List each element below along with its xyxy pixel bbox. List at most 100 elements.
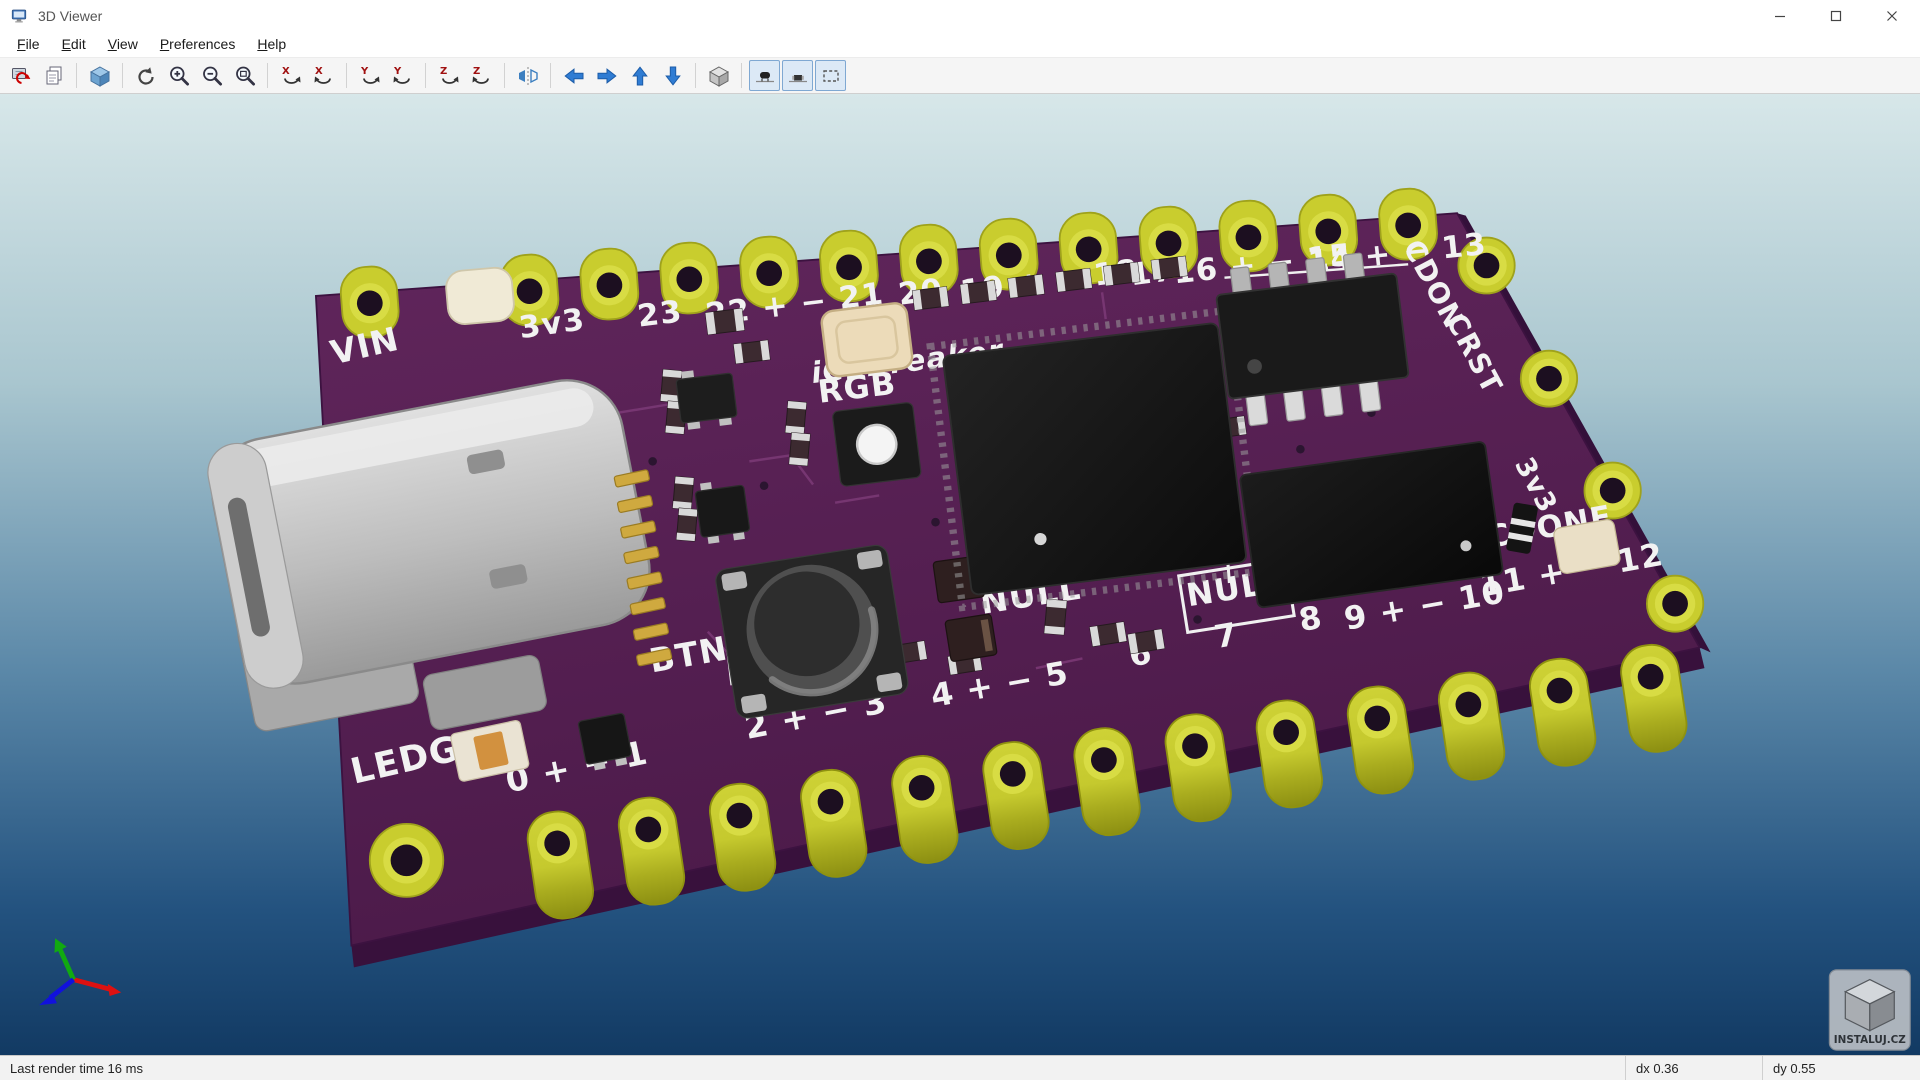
show-smd-models-button[interactable] bbox=[782, 60, 813, 91]
toolbar-separator bbox=[741, 63, 742, 88]
via bbox=[1296, 444, 1305, 454]
rotate-z-ccw-icon: Z bbox=[472, 66, 489, 84]
zoom-fit-button[interactable] bbox=[229, 60, 260, 91]
unplated-tab bbox=[445, 266, 515, 325]
pan-left-button[interactable] bbox=[558, 60, 589, 91]
smd-passive bbox=[959, 280, 998, 305]
copy-image-button[interactable] bbox=[38, 60, 69, 91]
smd-passive bbox=[911, 286, 950, 311]
sot23-ic bbox=[675, 370, 738, 430]
toolbar-separator bbox=[425, 63, 426, 88]
view-3d-properties-button[interactable] bbox=[84, 60, 115, 91]
menu-file[interactable]: File bbox=[6, 33, 51, 55]
pan-right-button[interactable] bbox=[591, 60, 622, 91]
titlebar: 3D Viewer bbox=[0, 0, 1920, 31]
view-3d-properties-icon bbox=[89, 65, 110, 87]
rotate-z-cw-button[interactable]: Z bbox=[433, 60, 464, 91]
pan-down-button[interactable] bbox=[657, 60, 688, 91]
reload-board-button[interactable] bbox=[5, 60, 36, 91]
svg-text:Z: Z bbox=[440, 66, 447, 77]
castellated-pin bbox=[1519, 349, 1579, 408]
dy-status: dy 0.55 bbox=[1773, 1060, 1816, 1076]
zoom-out-icon bbox=[202, 66, 222, 86]
mosfet-ic bbox=[694, 482, 751, 544]
toolbar-separator bbox=[550, 63, 551, 88]
svg-text:Y: Y bbox=[393, 66, 402, 77]
pan-down-icon bbox=[664, 66, 681, 86]
svg-text:X: X bbox=[282, 66, 290, 77]
redraw-icon bbox=[137, 66, 154, 85]
pcb-3d-view[interactable]: VIN3v32322 + − 212019 + − 181716 + − 151… bbox=[0, 94, 1920, 1055]
menubar: File Edit View Preferences Help bbox=[0, 31, 1920, 57]
menu-help[interactable]: Help bbox=[246, 33, 297, 55]
viewport-3d[interactable]: VIN3v32322 + − 212019 + − 181716 + − 151… bbox=[0, 94, 1920, 1055]
statusbar: Last render time 16 ms dx 0.36 dy 0.55 bbox=[0, 1055, 1920, 1080]
smd-passive bbox=[1150, 255, 1189, 281]
menu-view[interactable]: View bbox=[97, 33, 149, 55]
flip-board-icon bbox=[518, 66, 538, 85]
minimize-button[interactable] bbox=[1752, 0, 1808, 31]
toolbar-separator bbox=[122, 63, 123, 88]
zoom-in-button[interactable] bbox=[163, 60, 194, 91]
pan-up-button[interactable] bbox=[624, 60, 655, 91]
zoom-out-button[interactable] bbox=[196, 60, 227, 91]
rotate-x-cw-button[interactable]: X bbox=[275, 60, 306, 91]
smd-capacitor bbox=[944, 613, 998, 662]
via bbox=[1193, 615, 1202, 624]
rotate-y-cw-button[interactable]: Y bbox=[354, 60, 385, 91]
maximize-button[interactable] bbox=[1808, 0, 1864, 31]
rotate-z-cw-icon: Z bbox=[440, 66, 458, 84]
svg-text:X: X bbox=[315, 66, 323, 77]
rgb-led bbox=[832, 402, 922, 487]
zoom-in-icon bbox=[169, 66, 189, 86]
rotate-z-ccw-button[interactable]: Z bbox=[466, 60, 497, 91]
pan-up-icon bbox=[631, 65, 648, 85]
watermark-text: INSTALUJ.CZ bbox=[1834, 1034, 1907, 1046]
redraw-button[interactable] bbox=[130, 60, 161, 91]
smd-passive bbox=[788, 432, 811, 467]
toolbar-separator bbox=[504, 63, 505, 88]
rotate-x-ccw-button[interactable]: X bbox=[308, 60, 339, 91]
3d-viewer-window: 3D Viewer File Edit View Preferences Help X X… bbox=[0, 0, 1920, 1080]
rotate-y-ccw-button[interactable]: Y bbox=[387, 60, 418, 91]
smd-passive bbox=[1055, 267, 1093, 293]
via bbox=[648, 457, 657, 466]
app-icon bbox=[10, 6, 30, 26]
copy-image-icon bbox=[46, 66, 61, 84]
ortho-projection-icon bbox=[708, 65, 729, 87]
smd-passive bbox=[675, 507, 699, 542]
crystal-oscillator bbox=[820, 302, 914, 378]
pan-right-icon bbox=[597, 67, 617, 84]
smd-passive bbox=[1043, 598, 1068, 636]
render-time-status: Last render time 16 ms bbox=[10, 1060, 143, 1076]
silk-label: 23 bbox=[636, 294, 685, 334]
toolbar-separator bbox=[695, 63, 696, 88]
cdone-led bbox=[1553, 519, 1621, 575]
show-virtual-models-icon bbox=[822, 69, 839, 82]
toolbar-separator bbox=[267, 63, 268, 88]
dx-status: dx 0.36 bbox=[1636, 1060, 1679, 1076]
smd-passive bbox=[1102, 261, 1141, 287]
flip-board-button[interactable] bbox=[512, 60, 543, 91]
show-virtual-models-button[interactable] bbox=[815, 60, 846, 91]
show-smd-models-icon bbox=[788, 74, 807, 82]
show-th-models-button[interactable] bbox=[749, 60, 780, 91]
show-th-models-icon bbox=[755, 71, 774, 82]
svg-text:Z: Z bbox=[473, 66, 480, 77]
menu-edit[interactable]: Edit bbox=[51, 33, 97, 55]
via bbox=[931, 517, 940, 527]
rotate-y-ccw-icon: Y bbox=[393, 66, 410, 84]
smd-passive bbox=[672, 475, 695, 511]
tactile-button bbox=[715, 544, 909, 719]
window-title: 3D Viewer bbox=[38, 7, 103, 24]
smd-passive bbox=[784, 400, 807, 435]
minimize-icon bbox=[1775, 15, 1785, 17]
zoom-fit-icon bbox=[235, 66, 255, 86]
fpga-chip bbox=[926, 306, 1264, 612]
svg-text:Y: Y bbox=[360, 66, 369, 77]
menu-preferences[interactable]: Preferences bbox=[149, 33, 247, 55]
ortho-projection-button[interactable] bbox=[703, 60, 734, 91]
reload-board-icon bbox=[11, 67, 30, 84]
castellated-pin bbox=[1646, 574, 1705, 633]
close-button[interactable] bbox=[1864, 0, 1920, 31]
